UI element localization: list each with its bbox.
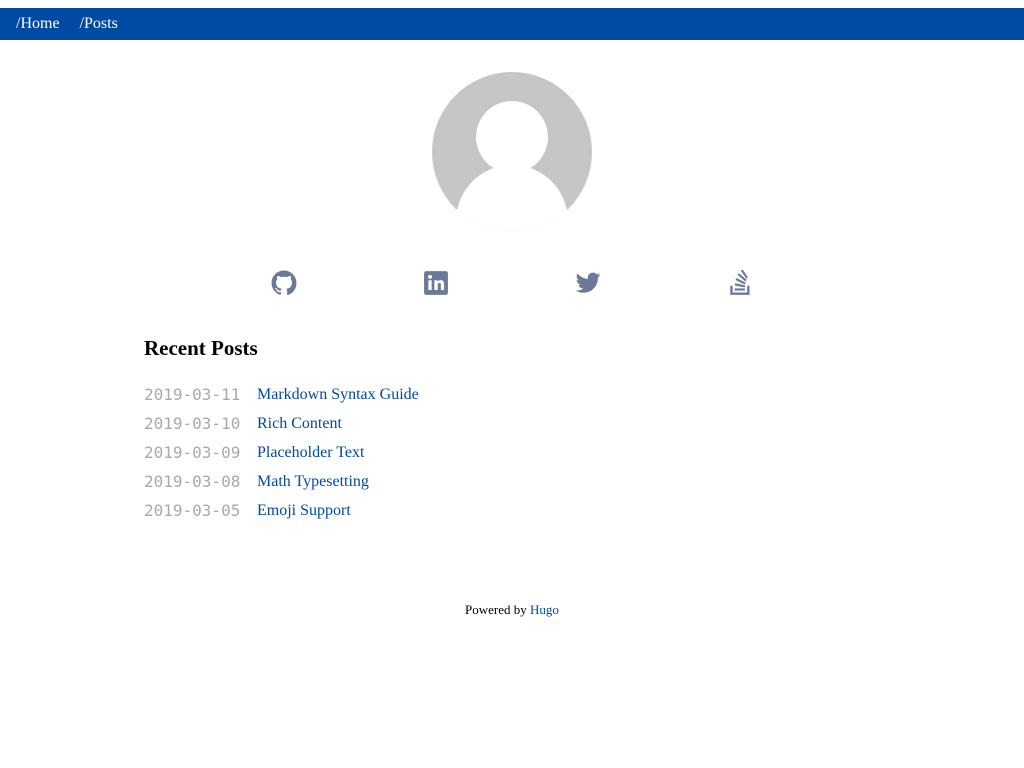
list-item: 2019-03-11 Markdown Syntax Guide bbox=[144, 380, 419, 409]
nav-posts-link[interactable]: /Posts bbox=[80, 15, 118, 33]
recent-posts-heading: Recent Posts bbox=[144, 336, 258, 360]
post-link-rich-content[interactable]: Rich Content bbox=[257, 415, 342, 433]
github-icon[interactable] bbox=[271, 270, 297, 296]
post-date: 2019-03-08 bbox=[144, 472, 241, 491]
list-item: 2019-03-05 Emoji Support bbox=[144, 496, 419, 525]
post-date: 2019-03-11 bbox=[144, 385, 241, 404]
recent-posts-list: 2019-03-11 Markdown Syntax Guide 2019-03… bbox=[144, 380, 419, 525]
post-link-emoji-support[interactable]: Emoji Support bbox=[257, 502, 351, 520]
post-link-placeholder-text[interactable]: Placeholder Text bbox=[257, 444, 364, 462]
list-item: 2019-03-09 Placeholder Text bbox=[144, 438, 419, 467]
footer-powered-by-text: Powered by bbox=[465, 602, 527, 617]
list-item: 2019-03-10 Rich Content bbox=[144, 409, 419, 438]
footer: Powered by Hugo bbox=[0, 602, 1024, 618]
main-nav: /Home /Posts bbox=[0, 8, 1024, 40]
stackoverflow-icon[interactable] bbox=[727, 270, 753, 296]
social-links bbox=[0, 270, 1024, 296]
list-item: 2019-03-08 Math Typesetting bbox=[144, 467, 419, 496]
post-date: 2019-03-10 bbox=[144, 414, 241, 433]
twitter-icon[interactable] bbox=[575, 270, 601, 296]
top-nav-bar: /Home /Posts bbox=[0, 8, 1024, 40]
linkedin-icon[interactable] bbox=[423, 270, 449, 296]
nav-home-link[interactable]: /Home bbox=[16, 15, 60, 33]
post-link-math-typesetting[interactable]: Math Typesetting bbox=[257, 473, 369, 491]
post-date: 2019-03-05 bbox=[144, 501, 241, 520]
avatar bbox=[432, 72, 592, 232]
hugo-link[interactable]: Hugo bbox=[530, 602, 559, 617]
post-link-markdown-syntax-guide[interactable]: Markdown Syntax Guide bbox=[257, 386, 419, 404]
post-date: 2019-03-09 bbox=[144, 443, 241, 462]
avatar-body-shape bbox=[456, 165, 568, 232]
avatar-head-shape bbox=[476, 101, 548, 173]
